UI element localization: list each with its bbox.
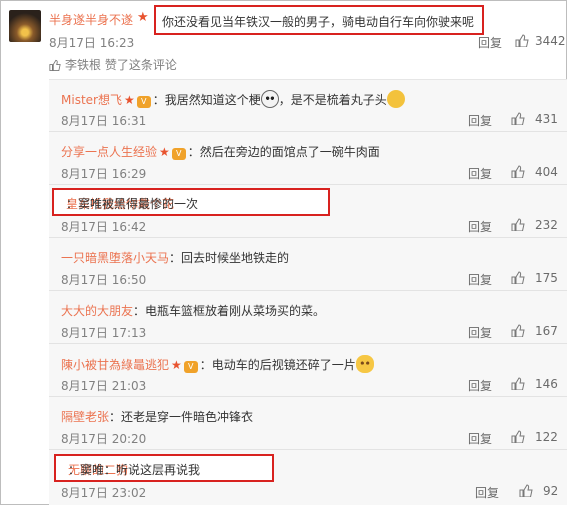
reply-time: 8月17日 16:50 [61,273,147,287]
main-comment: 半身遂半身不遂 ★ 你还没看见当年铁汉一般的男子，骑电动自行车向你驶来呢 8月1… [1,1,567,81]
main-comment-text: 你还没看见当年铁汉一般的男子，骑电动自行车向你驶来呢 [162,15,475,29]
reply-item: Mister想飞 ★ V ：我居然知道这个梗 ，是不是梳着丸子头 8月17日 16:31… [49,80,567,132]
reply-button[interactable]: 回复 [478,34,502,51]
reply-button[interactable]: 回复 [468,430,492,447]
reply-username[interactable]: 分享一点人生经验 [61,145,157,159]
reply-line: Mister想飞 ★ V ：我居然知道这个梗 ，是不是梳着丸子头 [61,90,405,108]
reply-time: 8月17日 23:02 [61,486,147,500]
cat-face-emoji-icon [355,355,374,373]
reply-highlight: 皇军托我给你戴个花 ：窦唯被黑得最惨的一次 [52,188,330,216]
like-icon[interactable] [511,218,525,231]
reply-item: 陳小被甘為綠鼂逃犯 ★ V ：电动车的后视镜还碎了一片 8月17日 21:03 回复 … [49,345,567,397]
reply-time: 8月17日 21:03 [61,379,147,393]
reply-text: ：窦唯：听说这层再说我 [68,463,201,477]
crown-badge-icon: V [171,148,186,160]
reply-text: ：回去时候坐地铁走的 [169,251,290,265]
reply-likes: 122 [535,430,558,444]
like-icon[interactable] [515,34,529,47]
liked-by-text: 李铁根 赞了这条评论 [65,58,177,72]
reply-button[interactable]: 回复 [468,377,492,394]
reply-time: 8月17日 16:31 [61,114,147,128]
reply-item: 分享一点人生经验 ★ V ：然后在旁边的面馆点了一碗牛肉面 8月17日 16:29 回… [49,133,567,185]
reply-item: 一只暗黑堕落小天马：回去时候坐地铁走的 8月17日 16:50 回复 175 [49,239,567,291]
reply-username[interactable]: 陳小被甘為綠鼂逃犯 [61,358,169,372]
reply-username[interactable]: 隔壁老张 [61,410,109,424]
liked-by-line: 李铁根 赞了这条评论 [49,56,177,73]
reply-button[interactable]: 回复 [468,271,492,288]
star-badge-icon: ★ [171,358,182,372]
like-icon[interactable] [511,165,525,178]
like-icon[interactable] [511,271,525,284]
crown-badge-icon: V [136,96,151,108]
reply-text: ：窦唯被黑得最惨的一次 [66,197,199,211]
main-comment-time: 8月17日 16:23 [49,36,135,50]
reply-likes: 92 [543,484,559,498]
reply-time: 8月17日 16:29 [61,167,147,181]
like-icon[interactable] [511,377,525,390]
star-badge-icon: ★ [123,93,135,107]
reply-likes: 175 [535,271,558,285]
star-badge-icon: ★ [159,145,170,159]
reply-button[interactable]: 回复 [468,218,492,235]
reply-line: 陳小被甘為綠鼂逃犯 ★ V ：电动车的后视镜还碎了一片 [61,355,374,373]
like-icon[interactable] [511,430,525,443]
reply-text: ：我居然知道这个梗 [152,93,261,107]
reply-button[interactable]: 回复 [475,484,499,501]
reply-time: 8月17日 16:42 [61,220,147,234]
reply-text: ：电瓶车篮框放着刚从菜场买的菜。 [133,304,326,318]
reply-highlight: 无聊的二狗 ：窦唯：听说这层再说我 [54,454,274,482]
main-comment-username[interactable]: 半身遂半身不遂 [49,11,133,28]
reply-likes: 431 [535,112,558,126]
reply-time: 8月17日 17:13 [61,326,147,340]
reply-username[interactable]: 大大的大朋友 [61,304,133,318]
reply-username[interactable]: 一只暗黑堕落小天马 [61,251,169,265]
reply-button[interactable]: 回复 [468,112,492,129]
reply-line: 大大的大朋友：电瓶车篮框放着刚从菜场买的菜。 [61,302,325,319]
reply-text-after: ，是不是梳着丸子头 [278,93,387,107]
reply-line: 隔壁老张：还老是穿一件暗色冲锋衣 [61,408,253,425]
reply-time: 8月17日 20:20 [61,432,147,446]
reply-username[interactable]: Mister想飞 [61,93,122,107]
user-avatar[interactable] [9,10,41,42]
liked-thumb-icon [49,59,61,71]
panda-face-emoji-icon [260,90,279,108]
like-icon[interactable] [511,112,525,125]
reply-likes: 167 [535,324,558,338]
reply-item: 无聊的二狗 ：窦唯：听说这层再说我 8月17日 23:02 回复 92 [49,451,567,503]
reply-likes: 404 [535,165,558,179]
like-icon[interactable] [511,324,525,337]
reply-item: 皇军托我给你戴个花 ：窦唯被黑得最惨的一次 8月17日 16:42 回复 232 [49,186,567,238]
reply-item: 大大的大朋友：电瓶车篮框放着刚从菜场买的菜。 8月17日 17:13 回复 16… [49,292,567,344]
reply-text: ：还老是穿一件暗色冲锋衣 [109,410,254,424]
reply-text: ：电动车的后视镜还碎了一片 [199,358,356,372]
reply-item: 隔壁老张：还老是穿一件暗色冲锋衣 8月17日 20:20 回复 122 [49,398,567,450]
star-badge-icon: ★ [137,10,149,25]
crown-badge-icon: V [183,361,198,373]
reply-likes: 146 [535,377,558,391]
reply-button[interactable]: 回复 [468,165,492,182]
reply-text: ：然后在旁边的面馆点了一碗牛肉面 [187,145,380,159]
reply-line: 一只暗黑堕落小天马：回去时候坐地铁走的 [61,249,289,266]
reply-line: 分享一点人生经验 ★ V ：然后在旁边的面馆点了一碗牛肉面 [61,143,380,160]
reply-button[interactable]: 回复 [468,324,492,341]
main-comment-likes: 3442 [535,34,566,48]
pray-hands-emoji-icon [386,90,405,108]
reply-likes: 232 [535,218,558,232]
main-comment-highlight: 你还没看见当年铁汉一般的男子，骑电动自行车向你驶来呢 [154,5,484,35]
replies-panel: Mister想飞 ★ V ：我居然知道这个梗 ，是不是梳着丸子头 8月17日 16:31… [49,79,567,505]
like-icon[interactable] [519,484,533,497]
